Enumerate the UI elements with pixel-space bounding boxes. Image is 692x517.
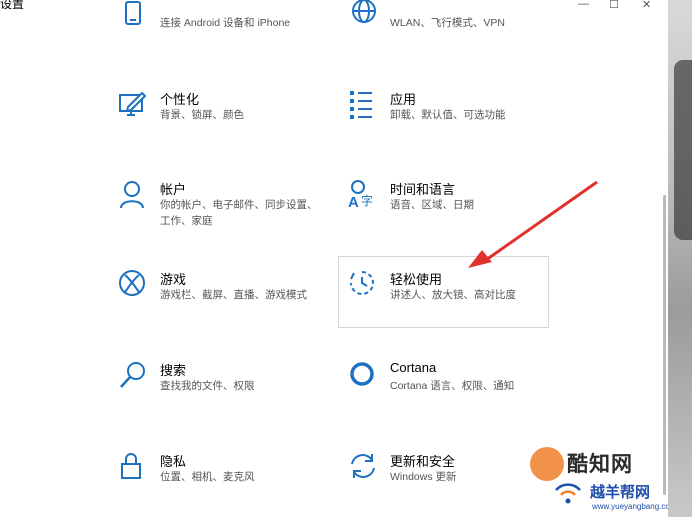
tile-gaming-desc: 游戏栏、截屏、直播、游戏模式: [160, 289, 307, 301]
close-button[interactable]: ✕: [642, 0, 651, 11]
watermark-logo-icon: [530, 447, 564, 481]
tile-time-language-desc: 语音、区域、日期: [390, 199, 474, 211]
tile-apps-name: 应用: [390, 92, 417, 107]
desktop-background: [668, 0, 692, 517]
tile-personalization-desc: 背景、锁屏、颜色: [160, 109, 244, 121]
svg-text:字: 字: [361, 193, 373, 208]
tile-ease-of-access-desc: 讲述人、放大镜、高对比度: [390, 289, 516, 301]
tile-search-name: 搜索: [160, 363, 187, 378]
tile-privacy-desc: 位置、相机、麦克风: [160, 471, 255, 483]
cortana-icon: [350, 362, 374, 386]
tile-personalization-name: 个性化: [160, 92, 200, 107]
minimize-button[interactable]: —: [578, 0, 589, 10]
tile-update-security-desc: Windows 更新: [390, 471, 457, 483]
watermark-brand2: 越羊帮网: [590, 484, 651, 501]
apps-list-icon: [350, 91, 372, 119]
window-title: 设置: [0, 0, 25, 11]
tile-apps-desc: 卸载、默认值、可选功能: [390, 109, 506, 121]
lock-icon: [121, 453, 141, 479]
tile-phone-desc: 连接 Android 设备和 iPhone: [160, 17, 291, 29]
time-language-icon: A 字: [348, 180, 373, 211]
personalization-icon: [119, 92, 146, 116]
xbox-icon: [119, 270, 145, 296]
window-controls: — ☐ ✕: [568, 0, 668, 11]
tile-search-desc: 查找我的文件、权限: [160, 380, 255, 392]
tile-accounts-desc: 你的帐户、电子邮件、同步设置、: [160, 199, 318, 211]
sync-icon: [351, 454, 375, 478]
tile-accounts-desc2: 工作、家庭: [160, 215, 213, 227]
tile-gaming-name: 游戏: [160, 272, 187, 287]
person-icon: [120, 181, 144, 209]
settings-window: 设置 — ☐ ✕ 连接 Android 设备和 iPhone WLAN、飞行模式…: [0, 0, 677, 517]
tile-privacy-name: 隐私: [160, 454, 187, 469]
watermark-brand1: 酷知网: [567, 453, 633, 476]
maximize-button[interactable]: ☐: [609, 0, 619, 11]
tile-update-security-name: 更新和安全: [390, 454, 456, 469]
scrollbar[interactable]: [663, 195, 666, 495]
tile-accounts-name: 帐户: [160, 182, 187, 197]
phone-icon: [125, 1, 141, 25]
globe-icon: [352, 0, 376, 23]
wifi-icon: [555, 483, 581, 504]
background-shadow: [674, 60, 692, 240]
tile-network-desc: WLAN、飞行模式、VPN: [390, 17, 505, 29]
svg-text:A: A: [348, 194, 359, 211]
tile-cortana-name: Cortana: [390, 360, 437, 375]
annotation-arrow: [468, 180, 598, 268]
tile-cortana-desc: Cortana 语言、权限、通知: [390, 380, 515, 392]
watermark-url: www.yueyangbang.com: [592, 502, 677, 511]
search-icon: [120, 362, 145, 388]
tile-ease-of-access-name: 轻松使用: [390, 272, 443, 287]
tile-time-language-name: 时间和语言: [390, 182, 456, 197]
ease-of-access-icon: [350, 271, 374, 295]
